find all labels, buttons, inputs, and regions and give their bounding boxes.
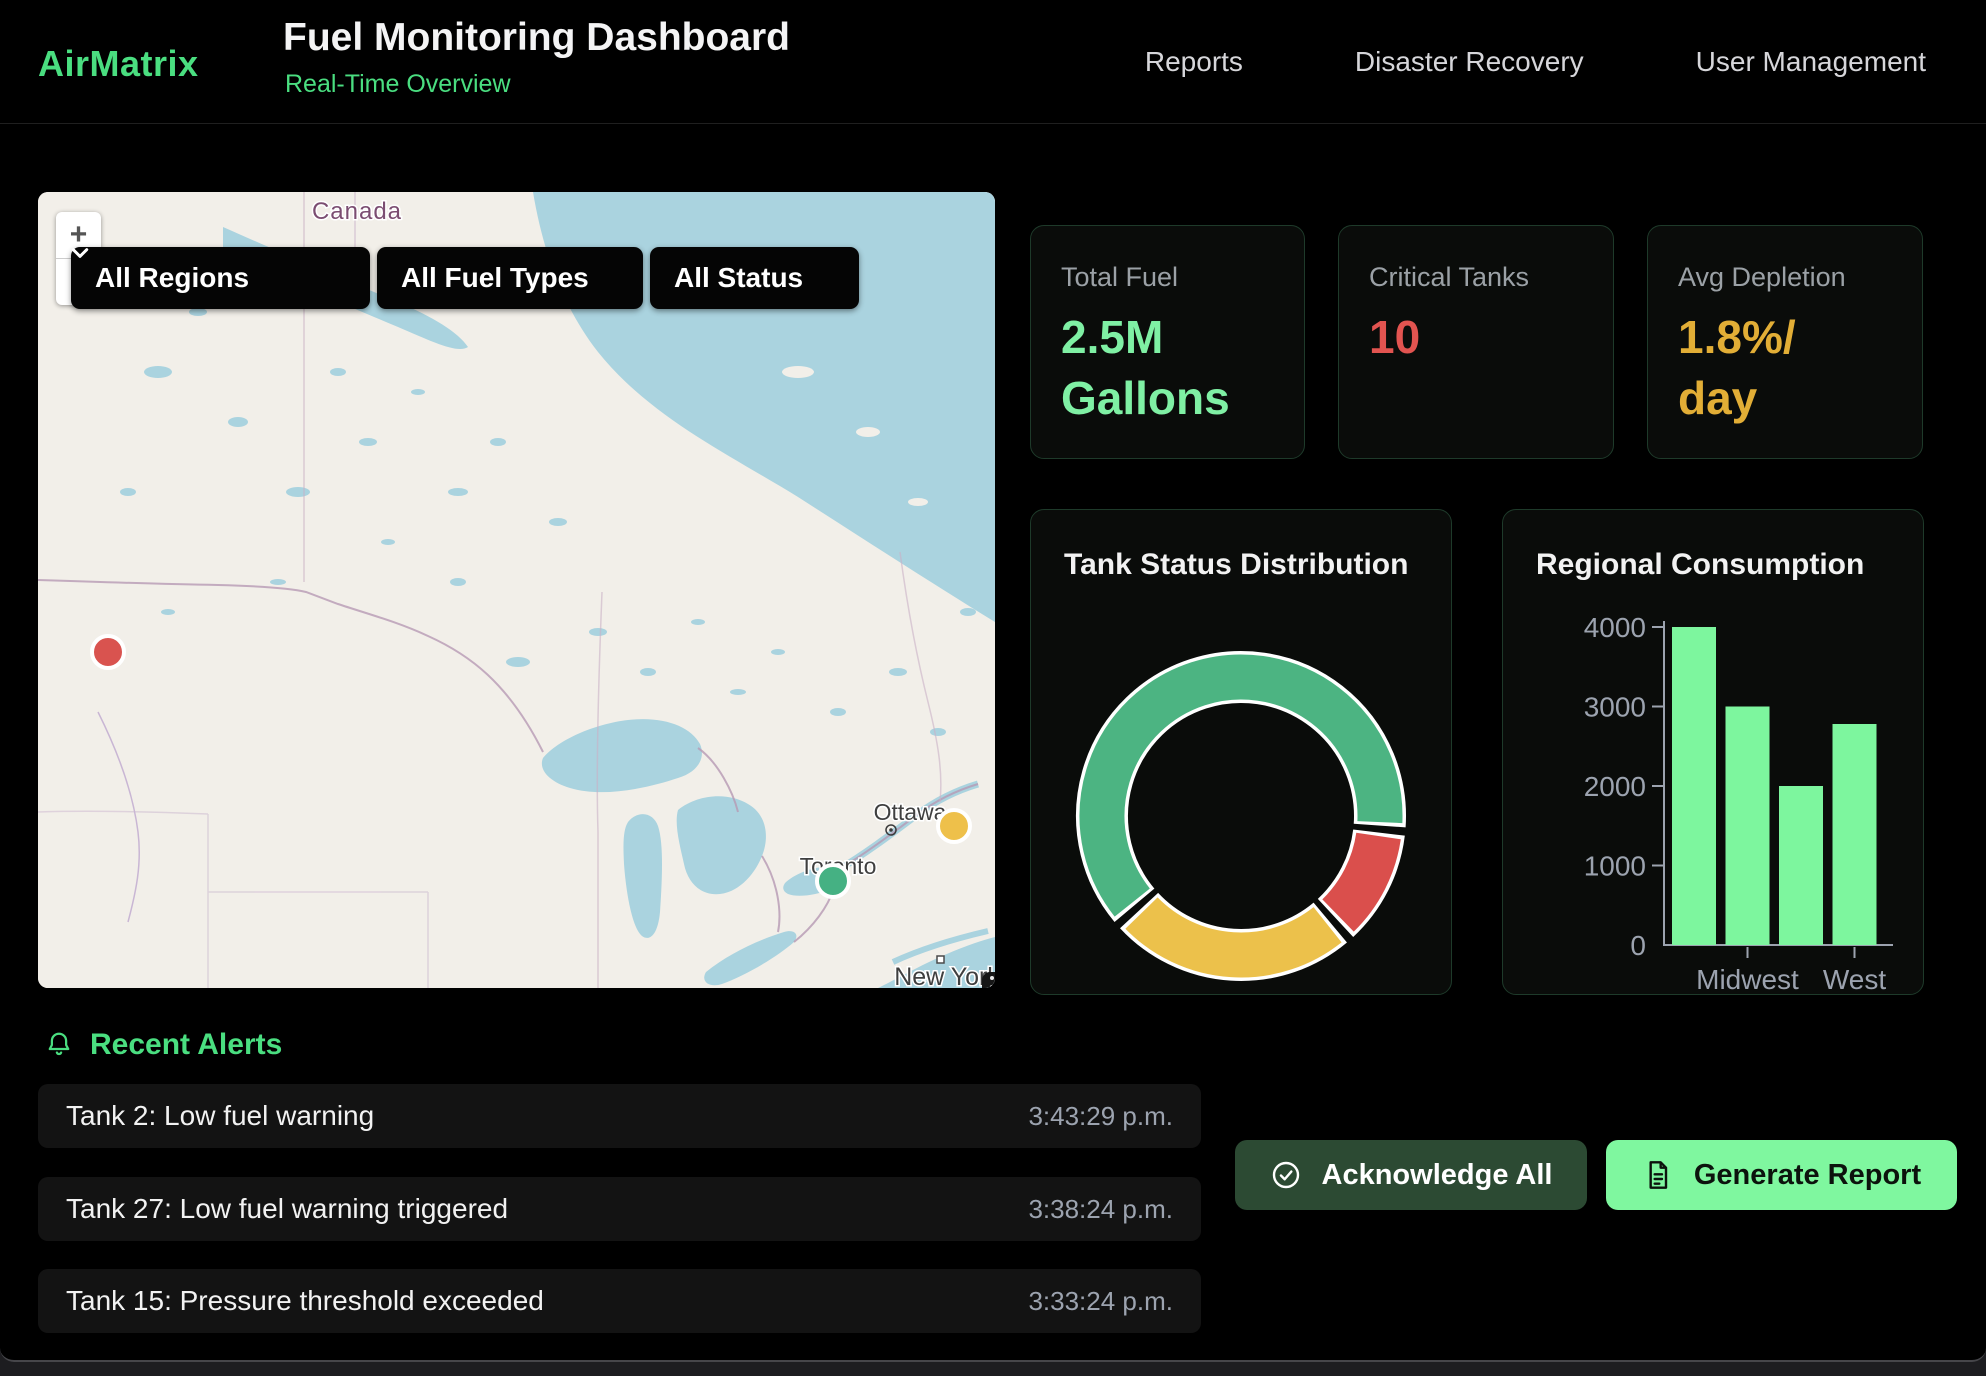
fuel-type-filter-dropdown[interactable]: All Fuel Types bbox=[377, 247, 643, 309]
stat-label: Total Fuel bbox=[1061, 262, 1274, 293]
stat-card-critical-tanks: Critical Tanks 10 bbox=[1338, 225, 1614, 459]
bell-icon bbox=[44, 1030, 74, 1060]
map-label-new-york: New York bbox=[894, 963, 995, 988]
donut-chart-title: Tank Status Distribution bbox=[1064, 548, 1408, 582]
acknowledge-all-button[interactable]: Acknowledge All bbox=[1235, 1140, 1587, 1210]
alert-row[interactable]: Tank 2: Low fuel warning 3:43:29 p.m. bbox=[38, 1084, 1201, 1148]
stat-card-avg-depletion: Avg Depletion 1.8%/ day bbox=[1647, 225, 1923, 459]
alert-timestamp: 3:38:24 p.m. bbox=[1028, 1194, 1173, 1225]
map-filters: All Regions All Fuel Types All Status bbox=[71, 247, 859, 309]
page-title: Fuel Monitoring Dashboard bbox=[283, 16, 790, 60]
stat-label: Critical Tanks bbox=[1369, 262, 1583, 293]
acknowledge-all-label: Acknowledge All bbox=[1322, 1159, 1553, 1192]
check-circle-icon bbox=[1270, 1159, 1302, 1191]
generate-report-button[interactable]: Generate Report bbox=[1606, 1140, 1957, 1210]
fuel-type-filter-value: All Fuel Types bbox=[401, 262, 589, 294]
stat-label: Avg Depletion bbox=[1678, 262, 1892, 293]
generate-report-label: Generate Report bbox=[1694, 1159, 1921, 1192]
alert-text: Tank 27: Low fuel warning triggered bbox=[66, 1193, 508, 1225]
stat-value-line: 10 bbox=[1369, 307, 1583, 368]
regional-consumption-card: 0 1000 2000 3000 4000 Midwest West Regional Co… bbox=[1502, 509, 1924, 995]
status-filter-dropdown[interactable]: All Status bbox=[650, 247, 859, 309]
map-panel[interactable]: Canada Ottawa Toronto New York + − bbox=[38, 192, 995, 988]
alert-text: Tank 2: Low fuel warning bbox=[66, 1100, 374, 1132]
document-icon bbox=[1642, 1159, 1674, 1191]
alert-timestamp: 3:43:29 p.m. bbox=[1028, 1101, 1173, 1132]
tank-status-donut bbox=[1031, 510, 1452, 995]
dashboard-frame: AirMatrix Fuel Monitoring Dashboard Real… bbox=[0, 0, 1986, 1362]
region-filter-value: All Regions bbox=[95, 262, 249, 294]
nav-item-reports[interactable]: Reports bbox=[1145, 46, 1243, 78]
svg-text:3000: 3000 bbox=[1584, 692, 1646, 723]
recent-alerts-title: Recent Alerts bbox=[90, 1028, 282, 1062]
map-label-ottawa: Ottawa bbox=[874, 799, 947, 825]
tank-marker-critical[interactable] bbox=[92, 636, 124, 668]
svg-text:2000: 2000 bbox=[1584, 771, 1646, 802]
regional-consumption-bars: 0 1000 2000 3000 4000 Midwest West bbox=[1503, 510, 1924, 995]
header: AirMatrix Fuel Monitoring Dashboard Real… bbox=[0, 0, 1986, 124]
nav-item-disaster-recovery[interactable]: Disaster Recovery bbox=[1355, 46, 1584, 78]
svg-text:4000: 4000 bbox=[1584, 612, 1646, 643]
brand-logo: AirMatrix bbox=[38, 43, 199, 85]
alert-row[interactable]: Tank 27: Low fuel warning triggered 3:38… bbox=[38, 1177, 1201, 1241]
stat-value-line: 2.5M bbox=[1061, 307, 1274, 368]
tank-status-card: Tank Status Distribution bbox=[1030, 509, 1452, 995]
svg-text:West: West bbox=[1823, 964, 1886, 995]
status-filter-value: All Status bbox=[674, 262, 803, 294]
main-nav: Reports Disaster Recovery User Managemen… bbox=[1145, 0, 1926, 124]
stat-card-total-fuel: Total Fuel 2.5M Gallons bbox=[1030, 225, 1305, 459]
stat-value-line: Gallons bbox=[1061, 368, 1274, 429]
map-label-canada: Canada bbox=[312, 198, 402, 225]
nav-item-user-management[interactable]: User Management bbox=[1696, 46, 1926, 78]
recent-alerts-heading: Recent Alerts bbox=[44, 1028, 282, 1062]
alert-timestamp: 3:33:24 p.m. bbox=[1028, 1286, 1173, 1317]
alert-row[interactable]: Tank 15: Pressure threshold exceeded 3:3… bbox=[38, 1269, 1201, 1333]
alert-text: Tank 15: Pressure threshold exceeded bbox=[66, 1285, 544, 1317]
drag-handle-icon[interactable] bbox=[982, 972, 995, 988]
stat-value-line: 1.8%/ bbox=[1678, 307, 1892, 368]
app-root: AirMatrix Fuel Monitoring Dashboard Real… bbox=[0, 0, 1986, 1376]
page-subtitle: Real-Time Overview bbox=[285, 70, 511, 99]
svg-text:0: 0 bbox=[1630, 930, 1646, 961]
region-filter-dropdown[interactable]: All Regions bbox=[71, 247, 370, 309]
bar-chart-title: Regional Consumption bbox=[1536, 548, 1864, 582]
svg-text:Midwest: Midwest bbox=[1696, 964, 1799, 995]
tank-marker-normal[interactable] bbox=[817, 865, 849, 897]
map-canvas[interactable]: Canada Ottawa Toronto New York bbox=[38, 192, 995, 988]
tank-marker-warning[interactable] bbox=[938, 810, 970, 842]
svg-text:1000: 1000 bbox=[1584, 851, 1646, 882]
stat-value-line: day bbox=[1678, 368, 1892, 429]
